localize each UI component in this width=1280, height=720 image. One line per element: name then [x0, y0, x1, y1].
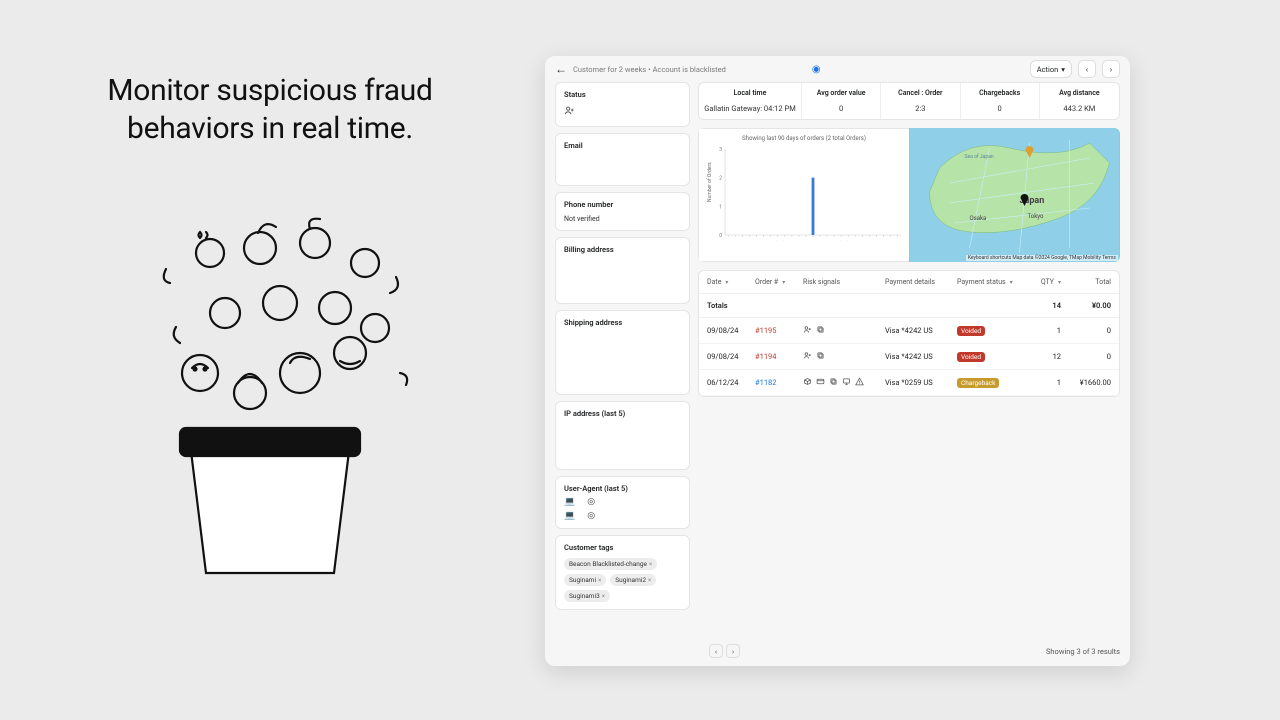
box-icon [803, 377, 812, 388]
billing-card: Billing address [555, 237, 690, 304]
copy-icon [829, 377, 838, 388]
orders-chart: Showing last 90 days of orders (2 total … [698, 128, 909, 262]
customer-tag[interactable]: Suginami× [564, 574, 606, 586]
prev-button[interactable]: ‹ [1078, 60, 1096, 78]
remove-tag-icon[interactable]: × [602, 593, 605, 600]
svg-text:Sea of Japan: Sea of Japan [965, 153, 994, 160]
order-link[interactable]: #1182 [755, 378, 799, 387]
laptop-icon: 💻 [564, 497, 575, 507]
hero-illustration [90, 173, 450, 593]
svg-text:·: · [803, 239, 807, 242]
add-person-icon[interactable] [564, 105, 575, 119]
svg-text:·: · [831, 239, 835, 242]
chrome-icon: ◎ [587, 497, 595, 507]
svg-text:·: · [796, 239, 800, 242]
svg-text:·: · [775, 239, 779, 242]
shipping-card: Shipping address [555, 310, 690, 395]
metrics-row: Local timeGallatin Gateway: 04:12 PMAvg … [698, 82, 1120, 120]
svg-text:·: · [888, 239, 892, 242]
remove-tag-icon[interactable]: × [598, 577, 601, 584]
customer-tag[interactable]: Beacon Blacklisted-change× [564, 558, 657, 570]
remove-tag-icon[interactable]: × [648, 577, 651, 584]
svg-text:·: · [747, 239, 751, 242]
table-row[interactable]: 09/08/24#1195Visa *4242 USVoided10 [699, 318, 1119, 344]
ip-card: IP address (last 5) [555, 401, 690, 470]
svg-text:·: · [740, 239, 744, 242]
laptop-icon: 💻 [564, 511, 575, 521]
svg-text:0: 0 [719, 233, 722, 239]
orders-table: Date Order # Risk signals Payment detail… [698, 270, 1120, 397]
col-paystatus[interactable]: Payment status [957, 278, 1017, 286]
card-icon [816, 377, 825, 388]
order-link[interactable]: #1195 [755, 326, 799, 335]
svg-text:·: · [810, 239, 814, 242]
map-attribution: Keyboard shortcuts Map data ©2024 Google… [966, 255, 1118, 261]
col-order[interactable]: Order # [755, 278, 799, 286]
person-icon [803, 325, 812, 336]
svg-text:·: · [768, 239, 772, 242]
customer-badge-icon: ◉ [812, 64, 821, 75]
table-row[interactable]: 06/12/24#1182Visa *0259 USChargeback1¥16… [699, 370, 1119, 396]
svg-text:Osaka: Osaka [970, 215, 987, 222]
remove-tag-icon[interactable]: × [649, 561, 652, 568]
page-headline: Monitor suspicious fraud behaviors in re… [70, 72, 470, 147]
customer-tag[interactable]: Suginami2× [610, 574, 656, 586]
svg-text:·: · [873, 239, 877, 242]
back-button[interactable]: ← [555, 62, 567, 76]
warn-icon [855, 377, 864, 388]
svg-text:·: · [852, 239, 856, 242]
email-card: Email [555, 133, 690, 186]
svg-text:·: · [880, 239, 884, 242]
svg-text:·: · [895, 239, 899, 242]
pagination[interactable]: ‹› [709, 644, 740, 658]
breadcrumb: Customer for 2 weeks•Account is blacklis… [573, 65, 726, 74]
device-icon [842, 377, 851, 388]
svg-text:·: · [782, 239, 786, 242]
svg-text:·: · [761, 239, 765, 242]
svg-text:·: · [754, 239, 758, 242]
col-signals: Risk signals [803, 278, 881, 286]
svg-text:·: · [817, 239, 821, 242]
copy-icon [816, 351, 825, 362]
next-button[interactable]: › [1102, 60, 1120, 78]
status-card: Status [555, 82, 690, 127]
svg-text:·: · [824, 239, 828, 242]
svg-text:Tokyo: Tokyo [1028, 213, 1045, 220]
svg-text:·: · [845, 239, 849, 242]
results-count: Showing 3 of 3 results [1046, 647, 1120, 656]
col-qty[interactable]: QTY [1021, 278, 1061, 286]
app-window: ← Customer for 2 weeks•Account is blackl… [545, 56, 1130, 666]
col-paydetails: Payment details [885, 278, 953, 286]
col-total: Total [1065, 278, 1111, 286]
ua-card: User-Agent (last 5) 💻◎ 💻◎ [555, 476, 690, 529]
person-icon [803, 351, 812, 362]
svg-text:·: · [733, 239, 737, 242]
svg-text:·: · [866, 239, 870, 242]
order-link[interactable]: #1194 [755, 352, 799, 361]
svg-text:·: · [838, 239, 842, 242]
phone-card: Phone numberNot verified [555, 192, 690, 231]
svg-text:Number of Orders: Number of Orders [706, 162, 713, 202]
svg-text:·: · [789, 239, 793, 242]
col-date[interactable]: Date [707, 278, 751, 286]
svg-text:·: · [726, 239, 730, 242]
copy-icon [816, 325, 825, 336]
chrome-icon: ◎ [587, 511, 595, 521]
map[interactable]: Japan Osaka Tokyo Sea of Japan Keyboard … [909, 128, 1120, 262]
svg-text:1: 1 [719, 204, 722, 210]
svg-text:·: · [859, 239, 863, 242]
table-row[interactable]: 09/08/24#1194Visa *4242 USVoided120 [699, 344, 1119, 370]
customer-tag[interactable]: Suginami3× [564, 590, 610, 602]
svg-text:3: 3 [719, 147, 722, 153]
tags-card: Customer tags Beacon Blacklisted-change×… [555, 535, 690, 610]
action-menu-button[interactable]: Action▾ [1030, 60, 1072, 78]
svg-text:2: 2 [719, 176, 722, 182]
